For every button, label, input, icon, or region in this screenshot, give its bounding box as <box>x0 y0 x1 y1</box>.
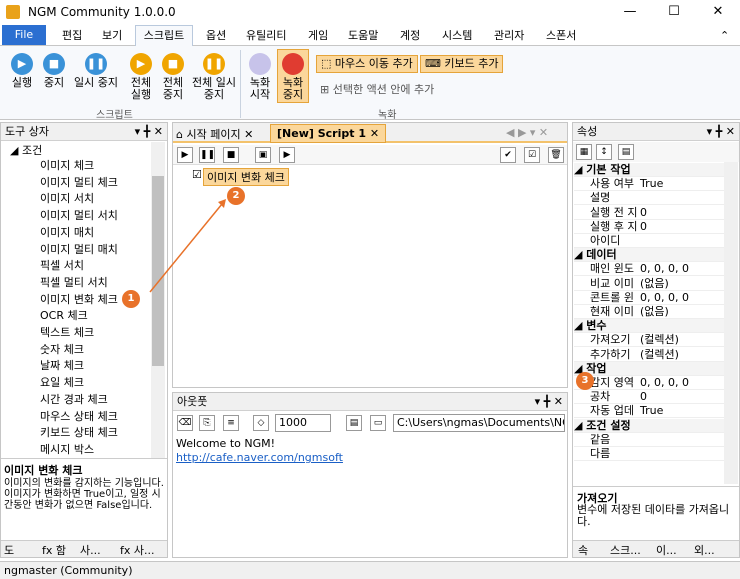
badge-3: 3 <box>576 372 594 390</box>
annotation-arrow <box>149 199 226 293</box>
badge-1: 1 <box>122 290 140 308</box>
badge-2: 2 <box>227 187 245 205</box>
